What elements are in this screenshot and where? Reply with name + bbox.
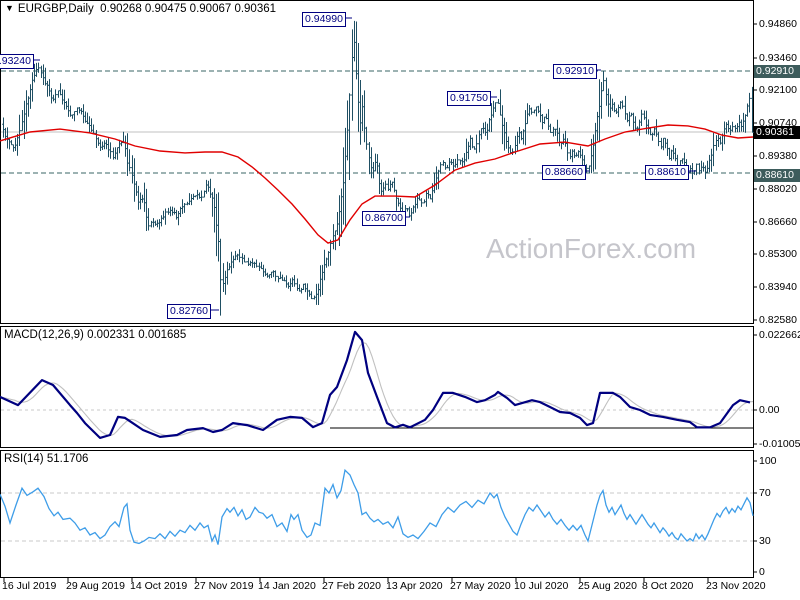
- date-axis-label: 27 Nov 2019: [194, 580, 254, 592]
- price-level-tag: 0.88610: [645, 165, 689, 180]
- ohlc-values: 0.90268 0.90475 0.90067 0.90361: [100, 3, 277, 15]
- price-level-tag: 0.92910: [553, 64, 597, 79]
- price-axis-label: 0.83940: [759, 281, 797, 293]
- price-axis-label: 0.86660: [759, 216, 797, 228]
- macd-axis-label: 0.00: [759, 404, 780, 416]
- price-level-tag: 0.88660: [542, 165, 586, 180]
- price-axis-label: 0.85300: [759, 248, 797, 260]
- macd-signal-line: [0, 341, 754, 437]
- price-axis-level-tag: 0.88610: [754, 169, 800, 182]
- rsi-label: RSI(14): [4, 453, 44, 465]
- macd-line: [0, 330, 751, 439]
- rsi-axis-label: 100: [759, 455, 777, 467]
- date-axis-label: 10 Jul 2020: [514, 580, 569, 592]
- chart-header: ▼ EURGBP,Daily 0.90268 0.90475 0.90067 0.…: [5, 3, 276, 15]
- price-axis-label: 0.89380: [759, 150, 797, 162]
- price-level-tag: 0.93240: [0, 54, 34, 69]
- date-axis-label: 16 Jul 2019: [2, 580, 57, 592]
- price-axis-label: 0.88020: [759, 183, 797, 195]
- date-axis-label: 25 Aug 2020: [578, 580, 637, 592]
- rsi-header: RSI(14) 51.1706: [4, 453, 88, 465]
- watermark: ActionForex.com: [486, 233, 697, 264]
- chart-window: ActionForex.com ▼ EURGBP,Daily 0.90268 0.…: [0, 0, 800, 600]
- symbol-title: EURGBP,Daily: [17, 3, 94, 15]
- date-axis-label: 27 May 2020: [450, 580, 511, 592]
- date-axis-label: 14 Oct 2019: [130, 580, 188, 592]
- chart-plot-surface[interactable]: [0, 0, 800, 600]
- macd-values: 0.002331 0.001685: [87, 329, 187, 341]
- price-axis-label: 0.92100: [759, 84, 797, 96]
- rsi-axis-label: 30: [759, 535, 771, 547]
- macd-label: MACD(12,26,9): [4, 329, 84, 341]
- price-axis-label: 0.82580: [759, 314, 797, 326]
- price-axis-current-tag: 0.90361: [754, 126, 800, 139]
- price-level-tag: 0.86700: [362, 211, 406, 226]
- date-axis-label: 23 Nov 2020: [706, 580, 766, 592]
- rsi-value: 51.1706: [46, 453, 89, 465]
- price-axis-level-tag: 0.92910: [754, 65, 800, 78]
- macd-axis-label: 0.022662: [759, 329, 800, 341]
- date-axis-label: 14 Jan 2020: [258, 580, 316, 592]
- rsi-axis-label: 0: [759, 566, 765, 578]
- date-axis-label: 8 Oct 2020: [642, 580, 694, 592]
- ohlc-bars: [2, 20, 754, 316]
- rsi-axis-label: 70: [759, 487, 771, 499]
- price-axis-label: 0.94860: [759, 18, 797, 30]
- macd-header: MACD(12,26,9) 0.002331 0.001685: [4, 329, 186, 341]
- date-axis-label: 27 Feb 2020: [322, 580, 381, 592]
- date-axis-label: 29 Aug 2019: [66, 580, 125, 592]
- symbol-dropdown-icon[interactable]: ▼: [5, 3, 14, 13]
- price-axis-label: 0.93460: [759, 52, 797, 64]
- price-level-tag: 0.91750: [447, 91, 491, 106]
- rsi-line: [0, 468, 754, 545]
- macd-axis-label: -0.010052: [759, 438, 800, 450]
- price-level-tag: 0.94990: [302, 12, 346, 27]
- date-axis-label: 13 Apr 2020: [386, 580, 443, 592]
- price-level-tag: 0.82760: [167, 304, 211, 319]
